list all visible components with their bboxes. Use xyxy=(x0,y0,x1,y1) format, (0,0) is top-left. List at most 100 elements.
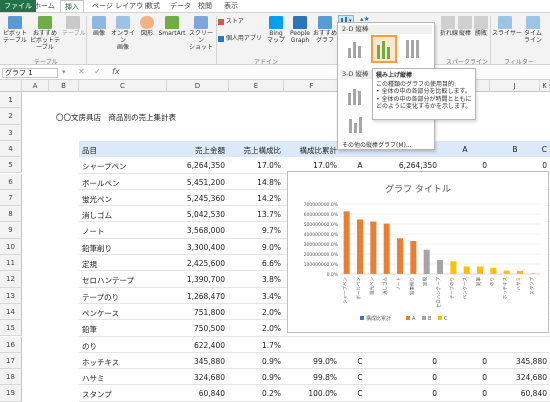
cell-sales[interactable]: 622,400 xyxy=(167,341,225,350)
column-header-e[interactable]: E xyxy=(229,80,284,92)
cell-rank[interactable]: C xyxy=(340,389,380,398)
cell-item[interactable]: 消しゴム xyxy=(82,210,112,221)
cell-item[interactable]: 鉛筆 xyxy=(82,324,97,335)
picture-button[interactable]: 画像 xyxy=(90,16,108,37)
cell-ratio[interactable]: 1.7% xyxy=(229,341,281,350)
tab-formulas[interactable]: 数式 xyxy=(142,0,164,12)
chart-bar[interactable] xyxy=(383,223,390,274)
column-header-c[interactable]: C xyxy=(79,80,167,92)
cell-ratio[interactable]: 2.0% xyxy=(229,308,281,317)
cell-ratio[interactable]: 9.0% xyxy=(229,243,281,252)
legend-label[interactable]: C xyxy=(444,316,448,322)
cell-c[interactable]: 0 xyxy=(490,161,547,170)
my-apps-button[interactable]: 個人用アプリ xyxy=(218,35,262,42)
column-header-j[interactable]: J xyxy=(490,80,540,92)
row-header[interactable]: 17 xyxy=(0,352,22,370)
bing-maps-button[interactable]: Bing マップ xyxy=(266,16,286,44)
cell-item[interactable]: シャープペン xyxy=(82,161,127,172)
row-header[interactable]: 4 xyxy=(0,140,22,158)
cell-cumulative[interactable]: 17.0% xyxy=(284,161,337,170)
cell-sales[interactable]: 345,880 xyxy=(167,357,225,366)
cell-b[interactable]: 0 xyxy=(440,373,487,382)
clustered-column-option[interactable] xyxy=(344,36,366,62)
legend-label[interactable]: 構成比累計 xyxy=(366,315,391,322)
column-header-f[interactable]: F xyxy=(284,80,340,92)
cell-rank[interactable]: C xyxy=(340,373,380,382)
cell-item[interactable]: 定規 xyxy=(82,259,97,270)
row-header[interactable]: 6 xyxy=(0,173,22,190)
sparkline-winloss-button[interactable]: 勝敗 xyxy=(474,16,488,37)
tab-home[interactable]: ホーム xyxy=(30,0,59,12)
cell-b[interactable]: 0 xyxy=(440,389,487,398)
cell-item[interactable]: のり xyxy=(82,341,97,352)
cell-c[interactable]: 324,680 xyxy=(490,373,547,382)
cell-sales[interactable]: 1,390,700 xyxy=(167,275,225,284)
header-item[interactable]: 品目 xyxy=(82,145,97,156)
cell-ratio[interactable]: 13.7% xyxy=(229,210,281,219)
formula-input[interactable] xyxy=(126,68,546,78)
cell-sales[interactable]: 1,268,470 xyxy=(167,292,225,301)
cell-rank[interactable]: C xyxy=(340,357,380,366)
chart-bar[interactable] xyxy=(503,270,510,274)
people-graph-button[interactable]: People Graph xyxy=(288,16,312,44)
cell-sales[interactable]: 3,300,400 xyxy=(167,243,225,252)
cell-a[interactable]: 6,264,350 xyxy=(380,161,437,170)
header-ratio[interactable]: 売上構成比 xyxy=(229,145,282,156)
embedded-chart[interactable]: グラフ タイトル 700000000.0% 600000000.0% 5000000… xyxy=(287,171,549,333)
row-header[interactable]: 10 xyxy=(0,238,22,255)
cell-c[interactable]: 60,840 xyxy=(490,389,547,398)
chart-bar[interactable] xyxy=(357,219,363,274)
select-all-corner[interactable] xyxy=(0,80,22,92)
cell-ratio[interactable]: 0.9% xyxy=(229,357,281,366)
cell-sales[interactable]: 2,425,600 xyxy=(167,259,225,268)
tab-view[interactable]: 表示 xyxy=(220,0,242,12)
recommended-pivot-button[interactable]: おすすめ ピボットテーブル xyxy=(30,16,60,51)
more-column-charts-link[interactable]: その他の縦棒グラフ(M)... xyxy=(342,140,412,149)
online-picture-button[interactable]: オンライン 画像 xyxy=(110,16,136,51)
cell-ratio[interactable]: 3.4% xyxy=(229,292,281,301)
cell-ratio[interactable]: 14.8% xyxy=(229,178,281,187)
smartart-button[interactable]: SmartArt xyxy=(158,16,186,37)
store-button[interactable]: ストア xyxy=(218,18,244,25)
cell-a[interactable]: 0 xyxy=(380,389,437,398)
cell-item[interactable]: ボールペン xyxy=(82,178,120,189)
cell-sales[interactable]: 60,840 xyxy=(167,389,225,398)
chart-bar[interactable] xyxy=(343,211,350,274)
chart-bar[interactable] xyxy=(370,221,377,274)
name-box[interactable]: グラフ 1 xyxy=(2,68,58,78)
cell-sales[interactable]: 5,042,530 xyxy=(167,210,225,219)
tab-data[interactable]: データ xyxy=(166,0,195,12)
cell-cumulative[interactable]: 99.8% xyxy=(284,373,337,382)
sparkline-column-button[interactable]: 縦棒 xyxy=(458,16,472,37)
tab-insert[interactable]: 挿入 xyxy=(60,0,84,12)
slicer-button[interactable]: スライサー xyxy=(492,16,522,37)
row-header[interactable]: 16 xyxy=(0,336,22,353)
row-header[interactable]: 2 xyxy=(0,108,22,125)
cell-rank[interactable]: A xyxy=(340,161,380,170)
sparkline-line-button[interactable]: 折れ線 xyxy=(440,16,458,37)
row-header[interactable]: 11 xyxy=(0,255,22,272)
row-header[interactable]: 3 xyxy=(0,124,22,141)
legend-label[interactable]: A xyxy=(412,316,416,322)
cell-sales[interactable]: 751,800 xyxy=(167,308,225,317)
sheet-title[interactable]: 〇〇文房具店 商品別の売上集計表 xyxy=(56,112,176,123)
cell-sales[interactable]: 324,680 xyxy=(167,373,225,382)
column-header-k[interactable]: K xyxy=(540,80,550,92)
cell-c[interactable]: 345,880 xyxy=(490,357,547,366)
cell-ratio[interactable]: 14.2% xyxy=(229,194,281,203)
header-c[interactable]: C xyxy=(500,145,547,154)
chart-bar[interactable] xyxy=(423,249,430,274)
cell-a[interactable]: 0 xyxy=(380,373,437,382)
chart-bar[interactable] xyxy=(450,261,457,274)
cell-item[interactable]: スタンプ xyxy=(82,389,112,400)
column-header-d[interactable]: D xyxy=(167,80,229,92)
recommended-charts-button[interactable]: おすすめ グラフ xyxy=(313,16,337,44)
chart-title[interactable]: グラフ タイトル xyxy=(385,183,451,195)
cell-ratio[interactable]: 17.0% xyxy=(229,161,281,170)
percent-stacked-column-option[interactable] xyxy=(402,36,424,62)
3d-clustered-column-option[interactable] xyxy=(344,83,366,109)
chart-bar[interactable] xyxy=(463,266,470,274)
row-header[interactable]: 9 xyxy=(0,222,22,239)
cell-item[interactable]: ノート xyxy=(82,226,105,237)
cell-sales[interactable]: 3,568,000 xyxy=(167,226,225,235)
